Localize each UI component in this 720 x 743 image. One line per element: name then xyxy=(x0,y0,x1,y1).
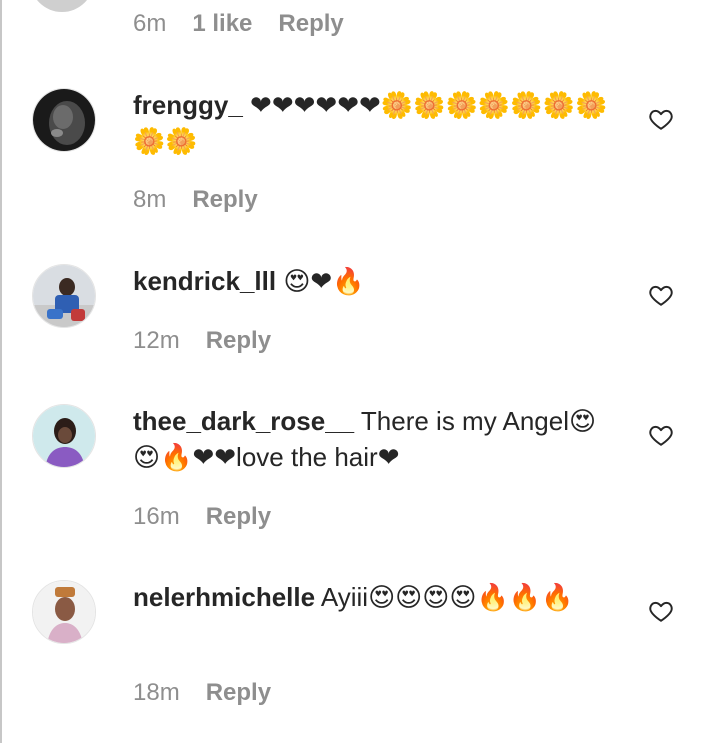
comment-username[interactable]: nelerhmichelle xyxy=(133,582,315,612)
reply-button[interactable]: Reply xyxy=(192,186,257,214)
comment-meta: 18m Reply xyxy=(133,679,271,707)
previous-comment-meta: 6m 1 like Reply xyxy=(133,10,344,38)
heart-outline-icon[interactable] xyxy=(648,422,674,448)
reply-button[interactable]: Reply xyxy=(206,679,271,707)
comment-username[interactable]: thee_dark_rose__ xyxy=(133,406,354,436)
reply-button[interactable]: Reply xyxy=(206,327,271,355)
reply-button[interactable]: Reply xyxy=(278,10,343,38)
comment-meta: 8m Reply xyxy=(133,186,258,214)
likes-count-link[interactable]: 1 like xyxy=(192,10,252,38)
comment-meta: 12m Reply xyxy=(133,327,271,355)
avatar[interactable] xyxy=(32,264,96,328)
comment-time: 6m xyxy=(133,10,167,37)
heart-outline-icon[interactable] xyxy=(648,106,674,132)
comment-username[interactable]: kendrick_lll xyxy=(133,266,276,296)
heart-outline-icon[interactable] xyxy=(648,598,674,624)
comment-text: 😍❤🔥 xyxy=(283,266,365,296)
comment-body: nelerhmichelle Ayiii😍😍😍😍🔥🔥🔥 xyxy=(133,579,618,615)
avatar[interactable] xyxy=(32,88,96,152)
comment-meta: 16m Reply xyxy=(133,503,271,531)
comment-text: Ayiii😍😍😍😍🔥🔥🔥 xyxy=(320,582,574,612)
reply-button[interactable]: Reply xyxy=(206,503,271,531)
comment-username[interactable]: frenggy_ xyxy=(133,90,243,120)
comment-time: 16m xyxy=(133,503,180,530)
comment-body: kendrick_lll 😍❤🔥 xyxy=(133,263,618,299)
panel-edge xyxy=(0,0,2,743)
avatar[interactable] xyxy=(32,580,96,644)
comment-time: 8m xyxy=(133,186,167,213)
comment-body: frenggy_ ❤❤❤❤❤❤🌼🌼🌼🌼🌼🌼🌼🌼🌼 xyxy=(133,87,618,159)
heart-outline-icon[interactable] xyxy=(648,282,674,308)
comment-time: 18m xyxy=(133,679,180,706)
previous-comment-avatar xyxy=(30,0,94,12)
comment-body: thee_dark_rose__ There is my Angel😍😍🔥❤❤l… xyxy=(133,403,618,475)
avatar[interactable] xyxy=(32,404,96,468)
comment-time: 12m xyxy=(133,327,180,354)
